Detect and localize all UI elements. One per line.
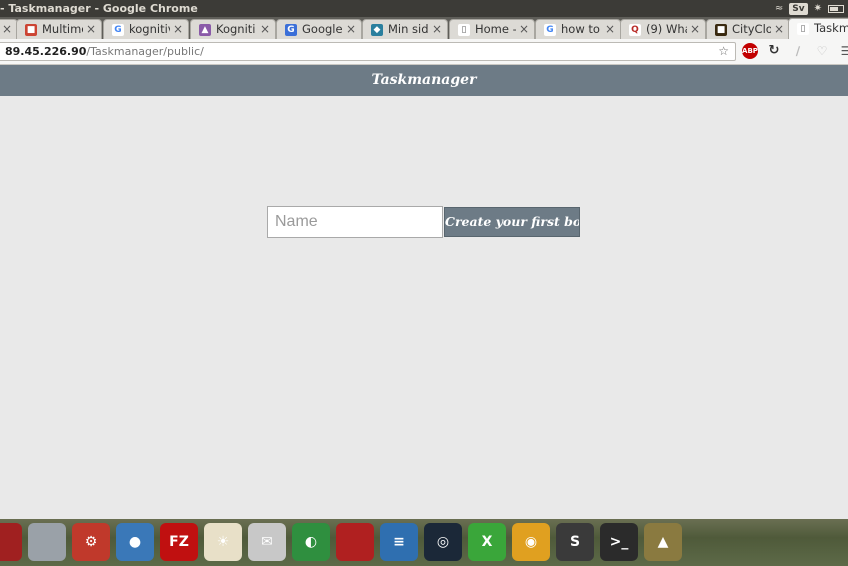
globe-icon[interactable]: ◐ bbox=[292, 523, 330, 561]
app-header: Taskmanager bbox=[0, 65, 848, 96]
keyboard-layout-indicator[interactable]: Sv bbox=[789, 2, 808, 15]
tab-label: Taskma bbox=[814, 21, 848, 35]
menu-icon[interactable]: ☰ bbox=[838, 43, 848, 59]
google-icon: G bbox=[544, 24, 556, 36]
tab-label: kognitiv bbox=[129, 22, 170, 36]
tab-label: Kogniti bbox=[216, 22, 256, 36]
cloud-icon: ■ bbox=[715, 24, 727, 36]
wifi-icon[interactable]: ≈ bbox=[775, 0, 783, 17]
filezilla-icon[interactable]: FZ bbox=[160, 523, 198, 561]
browser-tab[interactable]: G Google × bbox=[276, 19, 362, 39]
extension-icon[interactable]: ∕ bbox=[790, 43, 806, 59]
browser-tab[interactable]: ▯ Home - × bbox=[449, 19, 535, 39]
page-icon: ▯ bbox=[797, 23, 809, 35]
bluetooth-icon[interactable]: ✷ bbox=[814, 0, 822, 17]
browser-tab[interactable]: ▲ Kogniti × bbox=[190, 19, 276, 39]
address-bar[interactable]: 89.45.226.90/Taskmanager/public/ ☆ bbox=[0, 42, 736, 61]
tab-label: Min sida bbox=[388, 22, 429, 36]
browser-tab[interactable]: Ghow to u× bbox=[535, 19, 621, 39]
files-icon[interactable] bbox=[0, 523, 22, 561]
tab-close-icon[interactable]: × bbox=[260, 20, 270, 39]
terminal-icon[interactable]: >_ bbox=[600, 523, 638, 561]
system-tray: ≈ Sv ✷ bbox=[775, 1, 844, 16]
quora-icon: Q bbox=[629, 24, 641, 36]
url-path: /Taskmanager/public/ bbox=[86, 45, 204, 58]
sync-icon[interactable]: ↻ bbox=[766, 43, 782, 59]
steam-icon[interactable]: ◎ bbox=[424, 523, 462, 561]
tab-close-icon[interactable]: × bbox=[2, 20, 12, 39]
browser-tab[interactable]: ■ Multime× bbox=[16, 19, 102, 39]
os-top-bar: - Taskmanager - Google Chrome ≈ Sv ✷ bbox=[0, 0, 848, 17]
tab-close-icon[interactable]: × bbox=[519, 20, 529, 39]
tab-close-icon[interactable]: × bbox=[346, 20, 356, 39]
url-host: 89.45.226.90 bbox=[5, 45, 87, 58]
tab-close-icon[interactable]: × bbox=[173, 20, 183, 39]
disk-icon[interactable] bbox=[28, 523, 66, 561]
translate-icon: G bbox=[285, 24, 297, 36]
browser-tab[interactable]: ■ CityClou× bbox=[706, 19, 790, 39]
extension-icons: ABP ↻ ∕ ♡ ☰ bbox=[742, 43, 848, 59]
browser-tab[interactable]: Gkognitiv× bbox=[103, 19, 189, 39]
drop-icon[interactable]: ● bbox=[116, 523, 154, 561]
book-icon[interactable] bbox=[336, 523, 374, 561]
tab-close-icon[interactable]: × bbox=[690, 20, 700, 39]
battery-icon[interactable] bbox=[828, 4, 844, 13]
sun-icon[interactable]: ☀ bbox=[204, 523, 242, 561]
writer-icon[interactable]: ≡ bbox=[380, 523, 418, 561]
browser-tab[interactable]: Q (9) What× bbox=[620, 19, 706, 39]
google-icon: G bbox=[112, 24, 124, 36]
browser-tab[interactable]: ▯ Taskma bbox=[788, 18, 848, 39]
mail-icon[interactable]: ✉ bbox=[248, 523, 286, 561]
page-icon: ▯ bbox=[458, 24, 470, 36]
gimp-icon[interactable]: ▲ bbox=[644, 523, 682, 561]
board-name-input[interactable] bbox=[267, 206, 443, 238]
settings-icon[interactable]: ⚙ bbox=[72, 523, 110, 561]
tab-label: Multime bbox=[42, 22, 83, 36]
xmind-icon[interactable]: X bbox=[468, 523, 506, 561]
tab-close-icon[interactable]: × bbox=[86, 20, 96, 39]
bookmark-star-icon[interactable]: ☆ bbox=[718, 43, 729, 60]
browser-tab[interactable]: ◆ Min sida× bbox=[362, 19, 448, 39]
tab-close-icon[interactable]: × bbox=[774, 20, 784, 39]
browser-tab-strip: ×■Multime×Gkognitiv×▲Kogniti×GGoogle×◆Mi… bbox=[0, 17, 848, 39]
tab-label: (9) What bbox=[646, 22, 687, 36]
abp-icon[interactable]: ABP bbox=[742, 43, 758, 59]
sublime-icon[interactable]: S bbox=[556, 523, 594, 561]
video-icon: ■ bbox=[25, 24, 37, 36]
system-dock: ⚙ ● FZ ☀ ✉ ◐ ≡ ◎ X ◉ S >_ ▲ bbox=[0, 519, 848, 566]
tab-close-icon[interactable]: × bbox=[432, 20, 442, 39]
browser-toolbar: 89.45.226.90/Taskmanager/public/ ☆ ABP ↻ ∕… bbox=[0, 39, 848, 65]
ebook-icon: ▲ bbox=[199, 24, 211, 36]
tab-label: how to u bbox=[561, 22, 602, 36]
chrome-icon[interactable]: ◉ bbox=[512, 523, 550, 561]
tab-label: Home - bbox=[475, 22, 516, 36]
pocket-icon[interactable]: ♡ bbox=[814, 43, 830, 59]
window-title: - Taskmanager - Google Chrome bbox=[0, 2, 198, 15]
wave-icon: ◆ bbox=[371, 24, 383, 36]
tab-label: CityClou bbox=[732, 22, 771, 36]
tab-close-icon[interactable]: × bbox=[605, 20, 615, 39]
tab-label: Google bbox=[302, 22, 343, 36]
create-board-button[interactable]: Create your first board bbox=[444, 207, 580, 237]
